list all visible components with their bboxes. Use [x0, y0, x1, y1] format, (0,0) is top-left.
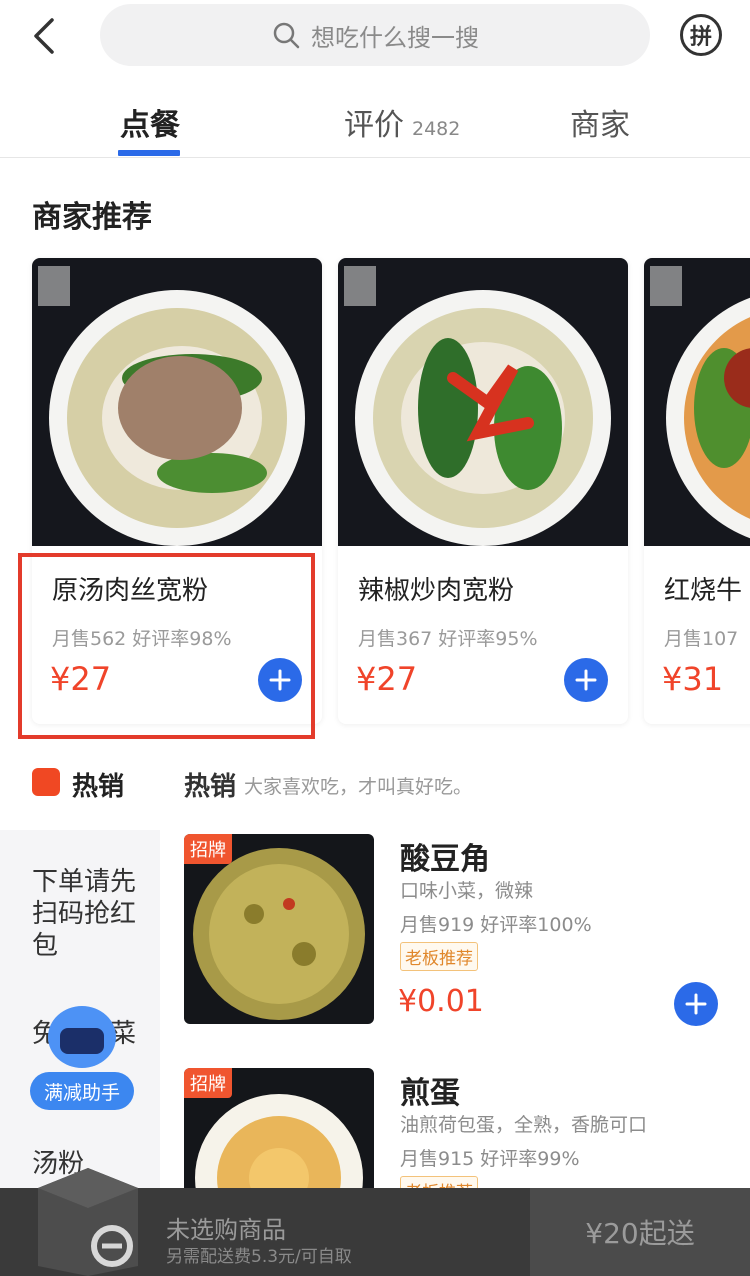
signature-badge: 招牌	[184, 1068, 232, 1098]
search-bar[interactable]: 想吃什么搜一搜	[100, 4, 650, 66]
recommend-card[interactable]: 红烧牛 月售107 ¥31	[644, 258, 750, 724]
shop-page: 想吃什么搜一搜 拼 点餐 评价 2482 商家 商家推荐 原汤肉丝宽粉 月售56…	[0, 0, 750, 1276]
add-to-cart-button[interactable]	[564, 658, 608, 702]
dish-stats: 月售367 好评率95%	[358, 628, 538, 650]
plus-icon	[685, 993, 707, 1015]
product-image: 招牌	[184, 834, 374, 1024]
top-bar: 想吃什么搜一搜 拼	[0, 0, 750, 72]
delivery-fee-note: 另需配送费5.3元/可自取	[166, 1247, 352, 1267]
dish-photo	[338, 258, 628, 546]
assistant-label: 满减助手	[30, 1072, 134, 1110]
dish-price: ¥31	[662, 660, 724, 698]
tab-review-label: 评价	[344, 108, 404, 143]
section-title-hot: 热销	[184, 772, 237, 802]
recommend-card[interactable]: 辣椒炒肉宽粉 月售367 好评率95% ¥27	[338, 258, 628, 724]
highlight-box	[18, 553, 315, 739]
search-placeholder: 想吃什么搜一搜	[311, 23, 479, 52]
discount-assistant-button[interactable]: 满减助手	[30, 1006, 134, 1112]
sidebar-item-coupon[interactable]: 下单请先扫码抢红包	[32, 866, 152, 962]
product-price: ¥0.01	[398, 984, 484, 1019]
tab-bar: 点餐 评价 2482 商家	[0, 92, 750, 158]
cart-icon[interactable]	[32, 1166, 144, 1276]
sidebar-item-hot[interactable]: 热销	[72, 766, 124, 803]
dish-price: ¥27	[356, 660, 418, 698]
search-icon	[273, 22, 300, 49]
dish-name: 辣椒炒肉宽粉	[358, 576, 515, 606]
review-count: 2482	[412, 118, 461, 140]
add-to-cart-button[interactable]	[674, 982, 718, 1026]
section-desc-hot: 大家喜欢吃，才叫真好吃。	[244, 776, 473, 798]
tab-merchant[interactable]: 商家	[570, 100, 630, 144]
hot-section-header: 热销 热销 大家喜欢吃，才叫真好吃。	[32, 766, 750, 806]
product-stats: 月售919 好评率100%	[400, 914, 592, 936]
plus-icon	[575, 669, 597, 691]
product-name: 酸豆角	[400, 842, 490, 877]
product-desc: 油煎荷包蛋，全熟，香脆可口	[400, 1114, 648, 1136]
product-desc: 口味小菜，微辣	[400, 880, 534, 902]
boss-recommend-tag: 老板推荐	[400, 942, 478, 971]
robot-visor	[60, 1028, 104, 1054]
back-icon[interactable]	[26, 14, 66, 58]
signature-badge: 招牌	[184, 834, 232, 864]
group-order-icon[interactable]: 拼	[680, 14, 722, 56]
tab-review[interactable]: 评价 2482	[344, 100, 460, 144]
min-order-button[interactable]: ¥20起送	[530, 1188, 750, 1276]
section-title-recommend: 商家推荐	[32, 200, 152, 235]
dish-stats: 月售107	[664, 628, 739, 650]
dish-photo	[644, 258, 750, 546]
cart-status: 未选购商品	[166, 1216, 286, 1244]
tab-order[interactable]: 点餐	[120, 100, 180, 144]
dish-photo	[32, 258, 322, 546]
dish-name: 红烧牛	[664, 576, 743, 606]
active-tab-indicator	[118, 150, 180, 156]
product-stats: 月售915 好评率99%	[400, 1148, 580, 1170]
fire-icon	[32, 768, 60, 796]
product-name: 煎蛋	[400, 1076, 460, 1111]
